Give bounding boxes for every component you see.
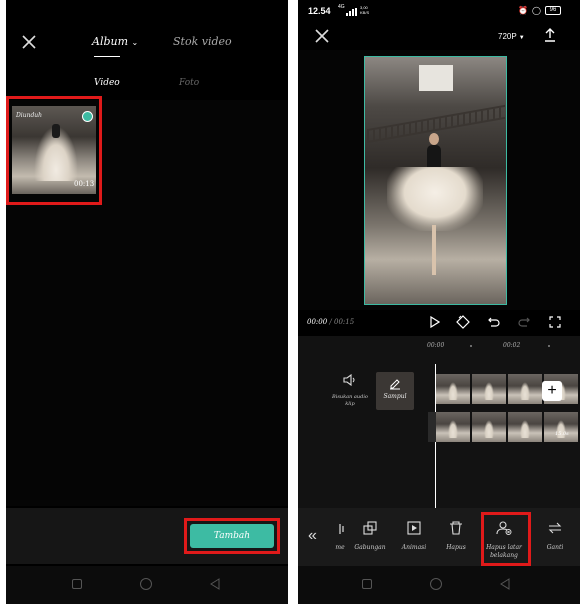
close-icon[interactable] [315,29,329,43]
clip-frame [436,412,470,442]
video-preview[interactable] [364,56,507,305]
tab-active-indicator [94,56,120,57]
clip-duration: 15.0s [555,431,569,437]
animation-icon [407,521,421,535]
tab-album-label: Album [92,35,129,48]
time-separator: / [329,318,332,326]
recent-apps-icon[interactable] [362,579,372,589]
clip-frame [544,412,578,442]
toolbar-delete[interactable]: Hapus [436,520,476,552]
status-network: 4G [338,5,345,10]
chevron-down-icon: ⌄ [131,38,139,47]
ruler-dot [548,345,550,347]
subtab-video[interactable]: Video [94,78,120,88]
close-icon[interactable] [22,35,36,49]
cover-button[interactable]: Sampul [376,372,414,410]
system-nav-bar [6,566,288,604]
trash-icon [450,521,462,535]
mute-audio-label[interactable]: Bisukan audio klip [328,394,372,408]
headset-icon: ◯ [532,6,541,15]
edit-pencil-icon [390,379,400,390]
highlight-add-button [184,518,280,554]
tab-stock-video[interactable]: Stok video [173,35,232,48]
preview-window [419,65,453,91]
undo-icon[interactable] [488,316,500,328]
toolbar-animation[interactable]: Animasi [394,520,434,552]
editor-screen: 12.54 4G 3,00 KB/S ⏰ ◯ 96 720P ▼ 00:00 /… [298,0,580,604]
toolbar-replace[interactable]: Ganti [535,520,575,552]
split-icon [339,524,344,534]
preview-dancer-head [429,133,439,145]
clip-frame [472,412,506,442]
clip-trim-handle[interactable] [428,412,436,442]
clip-frame [508,412,542,442]
recent-apps-icon[interactable] [72,579,82,589]
cover-label: Sampul [383,393,407,400]
status-speed: 3,00 KB/S [360,5,370,15]
resolution-value: 720P [498,32,517,41]
alarm-icon: ⏰ [518,6,528,15]
subtab-photo[interactable]: Foto [179,78,199,88]
preview-dancer-tutu [387,167,483,231]
toolbar-animation-label: Animasi [401,544,427,551]
back-icon[interactable] [499,578,511,590]
ruler-tick-0: 00:00 [427,342,445,349]
clip-strip-bottom[interactable] [436,412,580,442]
back-icon[interactable] [209,578,221,590]
merge-icon [363,521,377,535]
system-nav-bar [298,566,580,604]
clip-frame [472,374,506,404]
home-icon[interactable] [140,578,152,590]
clip-frame [508,374,542,404]
time-display: 00:00 / 00:15 [307,318,354,326]
ruler-tick-2: 00:02 [503,342,521,349]
status-time: 12.54 [308,6,331,16]
export-icon[interactable] [544,28,556,42]
mute-audio-icon[interactable] [343,374,357,386]
time-current: 00:00 [307,318,328,326]
fullscreen-icon[interactable] [549,316,561,328]
signal-icon [346,8,357,16]
status-network-type: 4G [338,4,345,10]
tab-album[interactable]: Album ⌄ [92,35,138,48]
redo-icon[interactable] [518,316,530,328]
keyframe-icon[interactable] [456,315,470,329]
replace-icon [548,522,562,534]
toolbar-delete-label: Hapus [446,544,466,551]
toolbar-merge-label: Gabungan [354,544,386,551]
preview-dancer-leg [432,225,436,275]
home-icon[interactable] [430,578,442,590]
time-total: 00:15 [334,318,355,326]
caret-down-icon: ▼ [518,35,525,41]
highlight-thumbnail [6,96,102,205]
resolution-selector[interactable]: 720P ▼ [498,32,525,41]
toolbar-replace-label: Ganti [546,544,564,551]
toolbar-merge[interactable]: Gabungan [350,520,390,552]
play-icon[interactable] [430,316,440,328]
add-clip-button[interactable]: + [542,381,562,401]
collapse-toolbar-icon[interactable]: « [308,527,317,545]
clip-frame [436,374,470,404]
ruler-dot [470,345,472,347]
battery-indicator: 96 [545,6,561,15]
album-picker-screen: Album ⌄ Stok video Video Foto Diunduh 00… [6,0,288,604]
highlight-remove-background [481,512,531,566]
